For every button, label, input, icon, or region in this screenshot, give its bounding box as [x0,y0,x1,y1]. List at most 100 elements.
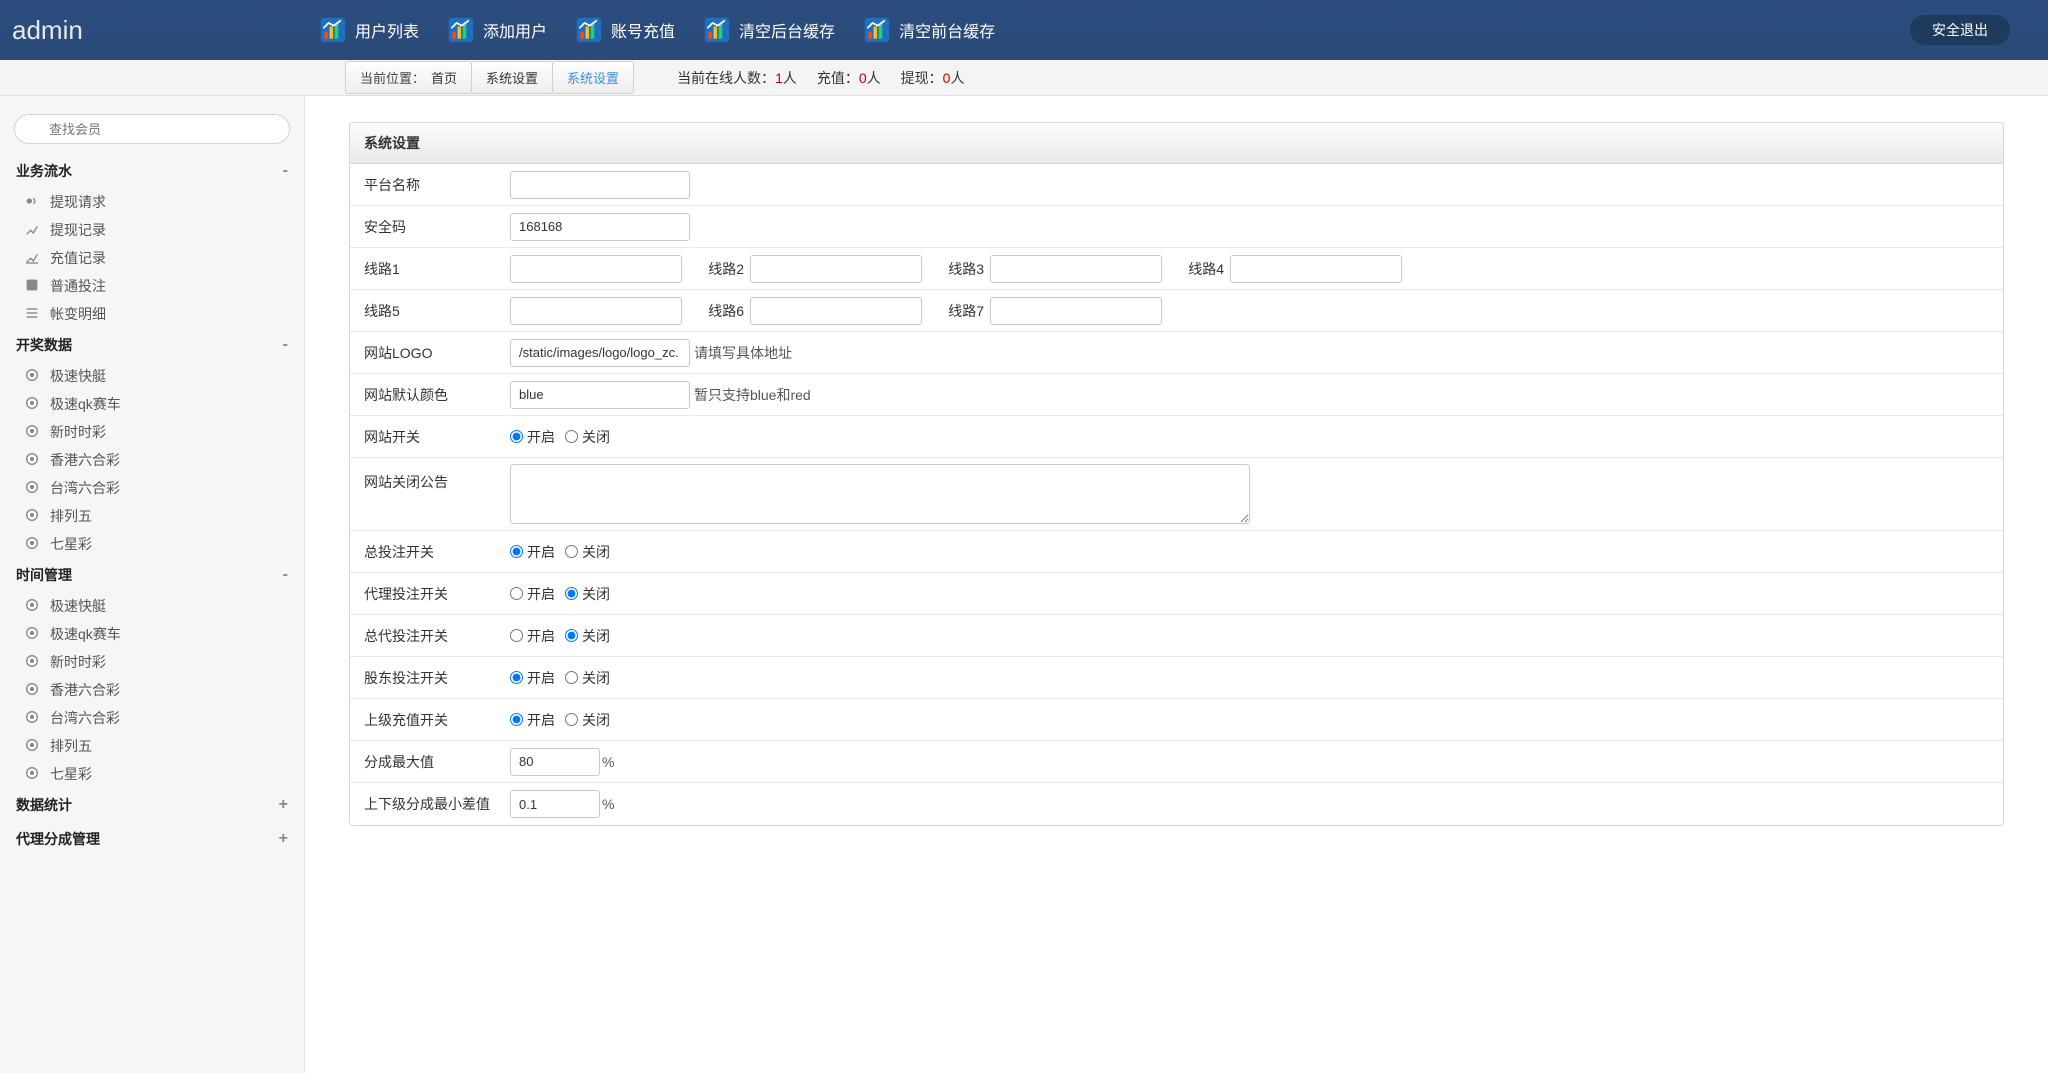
side-item-1-4[interactable]: 台湾六合彩 [24,474,304,502]
close-notice-textarea[interactable] [510,464,1250,524]
form_superior_recharge_switch-off[interactable]: 关闭 [565,710,610,730]
row-platform-name: 平台名称 [350,164,2003,206]
side-item-1-1[interactable]: 极速qk赛车 [24,390,304,418]
form_superior_recharge_switch-on[interactable]: 开启 [510,710,555,730]
line-input-线路4[interactable] [1230,255,1402,283]
toggle-icon: + [279,830,288,848]
form_site_switch-on[interactable]: 开启 [510,427,555,447]
side-item-1-0[interactable]: 极速快艇 [24,362,304,390]
form_total_bet_switch-on[interactable]: 开启 [510,542,555,562]
side-item-label: 极速qk赛车 [50,624,121,644]
form_master_bet_switch-off[interactable]: 关闭 [565,626,610,646]
menu-item-icon [24,765,42,783]
chart-icon [319,16,347,44]
subbar: 当前位置：首页 系统设置 系统设置 当前在线人数：1人 充值：0人 提现：0人 [0,60,2048,96]
side-title-4[interactable]: 代理分成管理+ [0,822,304,856]
settings-panel: 系统设置 平台名称 安全码 线路1 线路2线路3线路4 线路5 线路6线路7 网… [349,122,2004,826]
side-title-0[interactable]: 业务流水- [0,154,304,188]
line-input-线路1[interactable] [510,255,682,283]
form_agent_bet_switch-off[interactable]: 关闭 [565,584,610,604]
logo-input[interactable] [510,339,690,367]
topnav-label: 账号充值 [611,18,675,42]
side-item-label: 极速快艇 [50,596,106,616]
side-item-label: 充值记录 [50,248,106,268]
side-item-2-1[interactable]: 极速qk赛车 [24,620,304,648]
side-item-2-4[interactable]: 台湾六合彩 [24,704,304,732]
line-label: 线路4 [1174,259,1224,279]
side-item-1-2[interactable]: 新时时彩 [24,418,304,446]
side-item-1-6[interactable]: 七星彩 [24,530,304,558]
platform-name-input[interactable] [510,171,690,199]
topnav-item-2[interactable]: 账号充值 [561,0,689,60]
form_total_bet_switch-off[interactable]: 关闭 [565,542,610,562]
menu-item-icon [24,507,42,525]
breadcrumb-item-1[interactable]: 系统设置 [471,61,553,94]
line-input-线路3[interactable] [990,255,1162,283]
breadcrumb-root[interactable]: 当前位置：首页 [345,61,472,94]
search-input[interactable] [14,114,290,144]
breadcrumb-label: 当前位置： [360,71,431,86]
side-item-label: 台湾六合彩 [50,478,120,498]
side-title-2[interactable]: 时间管理- [0,558,304,592]
side-section-0: 业务流水- 提现请求提现记录充值记录普通投注帐变明细 [0,154,304,328]
side-item-label: 新时时彩 [50,652,106,672]
main: 系统设置 平台名称 安全码 线路1 线路2线路3线路4 线路5 线路6线路7 网… [305,96,2048,1073]
side-item-0-4[interactable]: 帐变明细 [24,300,304,328]
side-item-2-0[interactable]: 极速快艇 [24,592,304,620]
side-item-label: 提现记录 [50,220,106,240]
toggle-icon: + [279,796,288,814]
topnav-item-4[interactable]: 清空前台缓存 [849,0,1009,60]
line-input-线路2[interactable] [750,255,922,283]
form_shareholder_bet_switch-on[interactable]: 开启 [510,668,555,688]
side-item-2-5[interactable]: 排列五 [24,732,304,760]
side-item-1-3[interactable]: 香港六合彩 [24,446,304,474]
row-lines-2: 线路5 线路6线路7 [350,290,2003,332]
stat-withdraw: 提现：0人 [901,68,965,88]
side-item-2-6[interactable]: 七星彩 [24,760,304,788]
side-item-2-3[interactable]: 香港六合彩 [24,676,304,704]
side-item-1-5[interactable]: 排列五 [24,502,304,530]
side-section-1: 开奖数据-极速快艇极速qk赛车新时时彩香港六合彩台湾六合彩排列五七星彩 [0,328,304,558]
side-title-3[interactable]: 数据统计+ [0,788,304,822]
side-item-label: 排列五 [50,506,92,526]
topnav-item-1[interactable]: 添加用户 [433,0,561,60]
row-close-notice: 网站关闭公告 [350,458,2003,531]
side-item-0-2[interactable]: 充值记录 [24,244,304,272]
side-item-0-1[interactable]: 提现记录 [24,216,304,244]
default-color-input[interactable] [510,381,690,409]
menu-item-icon [24,653,42,671]
split-max-input[interactable] [510,748,600,776]
menu-item-icon [24,193,42,211]
side-item-0-0[interactable]: 提现请求 [24,188,304,216]
menu-item-icon [24,221,42,239]
breadcrumb: 当前位置：首页 系统设置 系统设置 [345,61,633,94]
topnav-label: 用户列表 [355,18,419,42]
form_agent_bet_switch-on[interactable]: 开启 [510,584,555,604]
side-item-0-3[interactable]: 普通投注 [24,272,304,300]
menu-item-icon [24,367,42,385]
line-label: 线路3 [934,259,984,279]
line-pair: 线路4 [1174,255,1402,283]
topnav-label: 清空前台缓存 [899,18,995,42]
topnav-item-3[interactable]: 清空后台缓存 [689,0,849,60]
split-min-diff-input[interactable] [510,790,600,818]
line-input-线路5[interactable] [510,297,682,325]
breadcrumb-item-2[interactable]: 系统设置 [552,61,634,94]
topnav-item-0[interactable]: 用户列表 [305,0,433,60]
form_shareholder_bet_switch-off[interactable]: 关闭 [565,668,610,688]
brand: admin [0,15,305,46]
stat-online: 当前在线人数：1人 [677,68,797,88]
security-code-input[interactable] [510,213,690,241]
side-item-2-2[interactable]: 新时时彩 [24,648,304,676]
line-input-线路6[interactable] [750,297,922,325]
side-title-1[interactable]: 开奖数据- [0,328,304,362]
default-color-hint: 暂只支持blue和red [694,385,811,405]
line-input-线路7[interactable] [990,297,1162,325]
form_master_bet_switch-on[interactable]: 开启 [510,626,555,646]
form_site_switch-off[interactable]: 关闭 [565,427,610,447]
side-item-label: 七星彩 [50,534,92,554]
logout-button[interactable]: 安全退出 [1910,15,2010,45]
side-item-label: 普通投注 [50,276,106,296]
logo-hint: 请填写具体地址 [694,343,792,363]
side-item-label: 提现请求 [50,192,106,212]
